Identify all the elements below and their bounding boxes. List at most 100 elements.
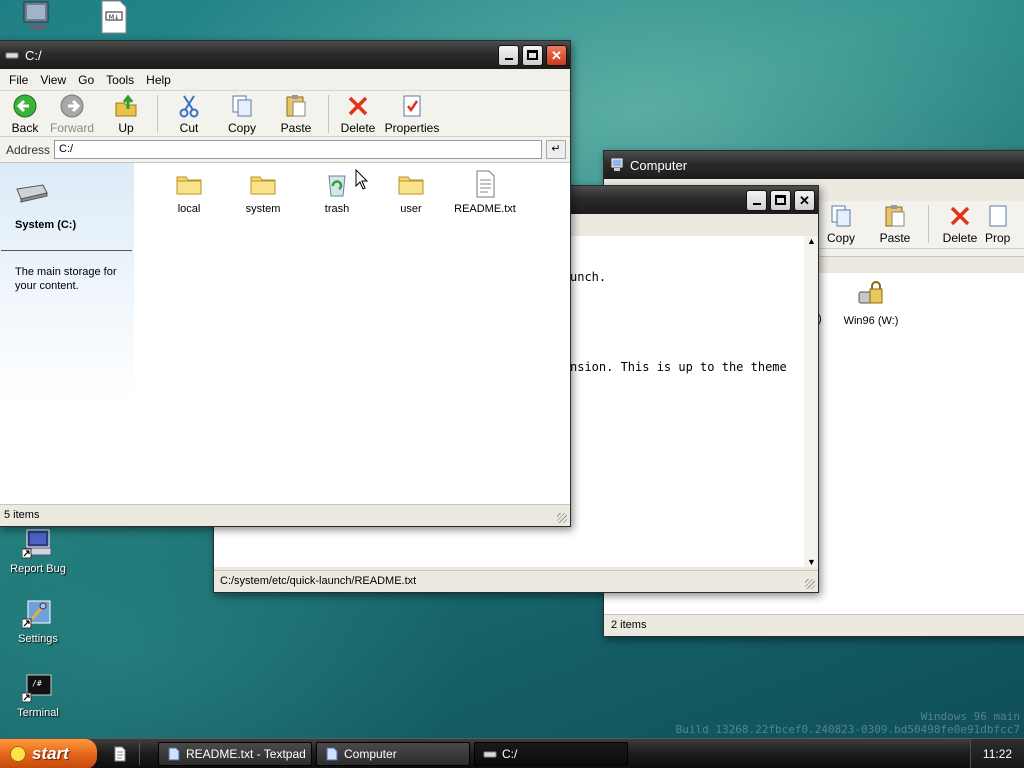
text-line	[570, 315, 804, 330]
close-button[interactable]: ✕	[794, 189, 815, 211]
cut-button[interactable]: Cut	[164, 93, 214, 135]
explorer-statusbar: 5 items	[0, 504, 570, 526]
properties-icon	[989, 205, 1007, 227]
menu-go[interactable]: Go	[72, 73, 100, 87]
file-label: trash	[324, 203, 350, 215]
svg-text:M↓: M↓	[109, 14, 119, 21]
file-item-user[interactable]: user	[373, 169, 449, 215]
delete-button[interactable]: Delete	[335, 93, 381, 135]
copy-label: Copy	[227, 121, 256, 135]
back-arrow-icon	[13, 94, 37, 118]
mouse-cursor-icon	[355, 169, 369, 190]
menu-help[interactable]: Help	[140, 73, 177, 87]
file-item-local[interactable]: local	[151, 169, 227, 215]
paste-button[interactable]: Paste	[868, 203, 922, 245]
desktop-icon-settings[interactable]: Settings	[3, 597, 73, 645]
properties-icon	[403, 95, 421, 117]
go-arrow-icon[interactable]: ↵	[546, 140, 566, 159]
task-explorer[interactable]: C:/	[474, 741, 628, 766]
forward-label: Forward	[49, 121, 94, 135]
watermark-line: Windows 96 main	[920, 710, 1020, 723]
start-logo-icon	[10, 745, 26, 762]
toolbar-separator	[157, 95, 158, 133]
task-label: Computer	[344, 746, 397, 761]
resize-grip-icon[interactable]	[805, 579, 815, 589]
toolbar-separator	[928, 205, 929, 243]
start-label: start	[32, 743, 69, 763]
window-title: Computer	[630, 157, 688, 173]
paste-button[interactable]: Paste	[270, 93, 322, 135]
copy-button[interactable]: Copy	[214, 93, 270, 135]
status-text: 2 items	[611, 619, 647, 631]
maximize-button[interactable]	[770, 189, 791, 211]
close-button[interactable]: ✕	[546, 44, 567, 66]
minimize-icon	[752, 202, 761, 205]
computer-icon	[326, 747, 338, 760]
file-item-readme[interactable]: README.txt	[447, 169, 523, 215]
text-file-icon	[476, 170, 495, 198]
textpad-statusbar: C:/system/etc/quick-launch/README.txt	[214, 570, 818, 592]
sidebar-divider	[1, 250, 132, 251]
task-label: README.txt - Textpad	[186, 746, 306, 761]
address-label: Address	[6, 142, 51, 157]
system-clock[interactable]: 11:22	[970, 739, 1024, 768]
properties-button[interactable]: Properties	[381, 93, 443, 135]
status-text: 5 items	[4, 509, 40, 521]
drive-lock-icon	[858, 281, 883, 304]
scroll-down-icon[interactable]: ▼	[807, 557, 816, 567]
maximize-icon	[775, 195, 786, 205]
desktop-icon-report-bug[interactable]: Report Bug	[3, 527, 73, 575]
window-title: C:/	[25, 47, 42, 63]
minimize-button[interactable]	[746, 189, 767, 211]
paste-label: Paste	[879, 231, 911, 245]
menu-tools[interactable]: Tools	[100, 73, 140, 87]
textpad-scrollbar[interactable]: ▲ ▼	[804, 236, 818, 567]
task-textpad[interactable]: README.txt - Textpad	[158, 741, 312, 766]
quick-launch-textpad-icon[interactable]	[113, 746, 127, 762]
address-input[interactable]: C:/	[54, 140, 542, 159]
copy-icon	[232, 95, 252, 117]
delete-button[interactable]: Delete	[935, 203, 985, 245]
paste-icon	[286, 95, 306, 117]
task-computer[interactable]: Computer	[316, 741, 470, 766]
resize-grip-icon[interactable]	[557, 513, 567, 523]
computer-titlebar[interactable]: Computer	[604, 151, 1024, 179]
menu-view[interactable]: View	[34, 73, 72, 87]
watermark-line: Build 13268.22fbcef0.240823-0309.bd50498…	[675, 723, 1020, 736]
toolbar-separator	[328, 95, 329, 133]
text-line: unch.	[570, 270, 607, 284]
settings-icon	[22, 600, 51, 629]
computer-statusbar: 2 items	[604, 614, 1024, 636]
properties-label: Properties	[384, 121, 440, 135]
start-button[interactable]: start	[0, 738, 97, 768]
forward-button[interactable]: Forward	[43, 93, 101, 135]
cut-label: Cut	[179, 121, 199, 135]
drive-item-w[interactable]: Win96 (W:)	[833, 281, 909, 327]
paste-label: Paste	[280, 121, 312, 135]
minimize-button[interactable]	[498, 44, 519, 66]
file-label: local	[177, 203, 201, 215]
up-label: Up	[118, 121, 134, 135]
file-label: system	[245, 203, 281, 215]
scroll-up-icon[interactable]: ▲	[807, 236, 816, 246]
explorer-window[interactable]: C:/ ✕ File View Go Tools Help Back Forwa…	[0, 40, 571, 527]
document-desktop-icon[interactable]: M↓	[100, 0, 128, 34]
drive-title: System (C:)	[15, 219, 77, 231]
recycle-bin-icon	[328, 175, 346, 197]
back-label: Back	[11, 121, 39, 135]
computer-desktop-icon[interactable]	[20, 0, 56, 34]
computer-icon	[611, 158, 623, 171]
maximize-button[interactable]	[522, 44, 543, 66]
explorer-titlebar[interactable]: C:/ ✕	[0, 41, 570, 69]
back-button[interactable]: Back	[7, 93, 43, 135]
properties-label: Prop	[985, 231, 1011, 245]
file-item-system[interactable]: system	[225, 169, 301, 215]
properties-button[interactable]: Prop	[985, 203, 1024, 245]
desktop-icon-terminal[interactable]: /# Terminal	[3, 671, 73, 719]
copy-button[interactable]: Copy	[814, 203, 868, 245]
quick-launch-separator	[139, 742, 140, 765]
menu-file[interactable]: File	[3, 73, 34, 87]
drive-icon	[483, 751, 497, 757]
close-icon: ✕	[799, 192, 810, 208]
up-button[interactable]: Up	[101, 93, 151, 135]
